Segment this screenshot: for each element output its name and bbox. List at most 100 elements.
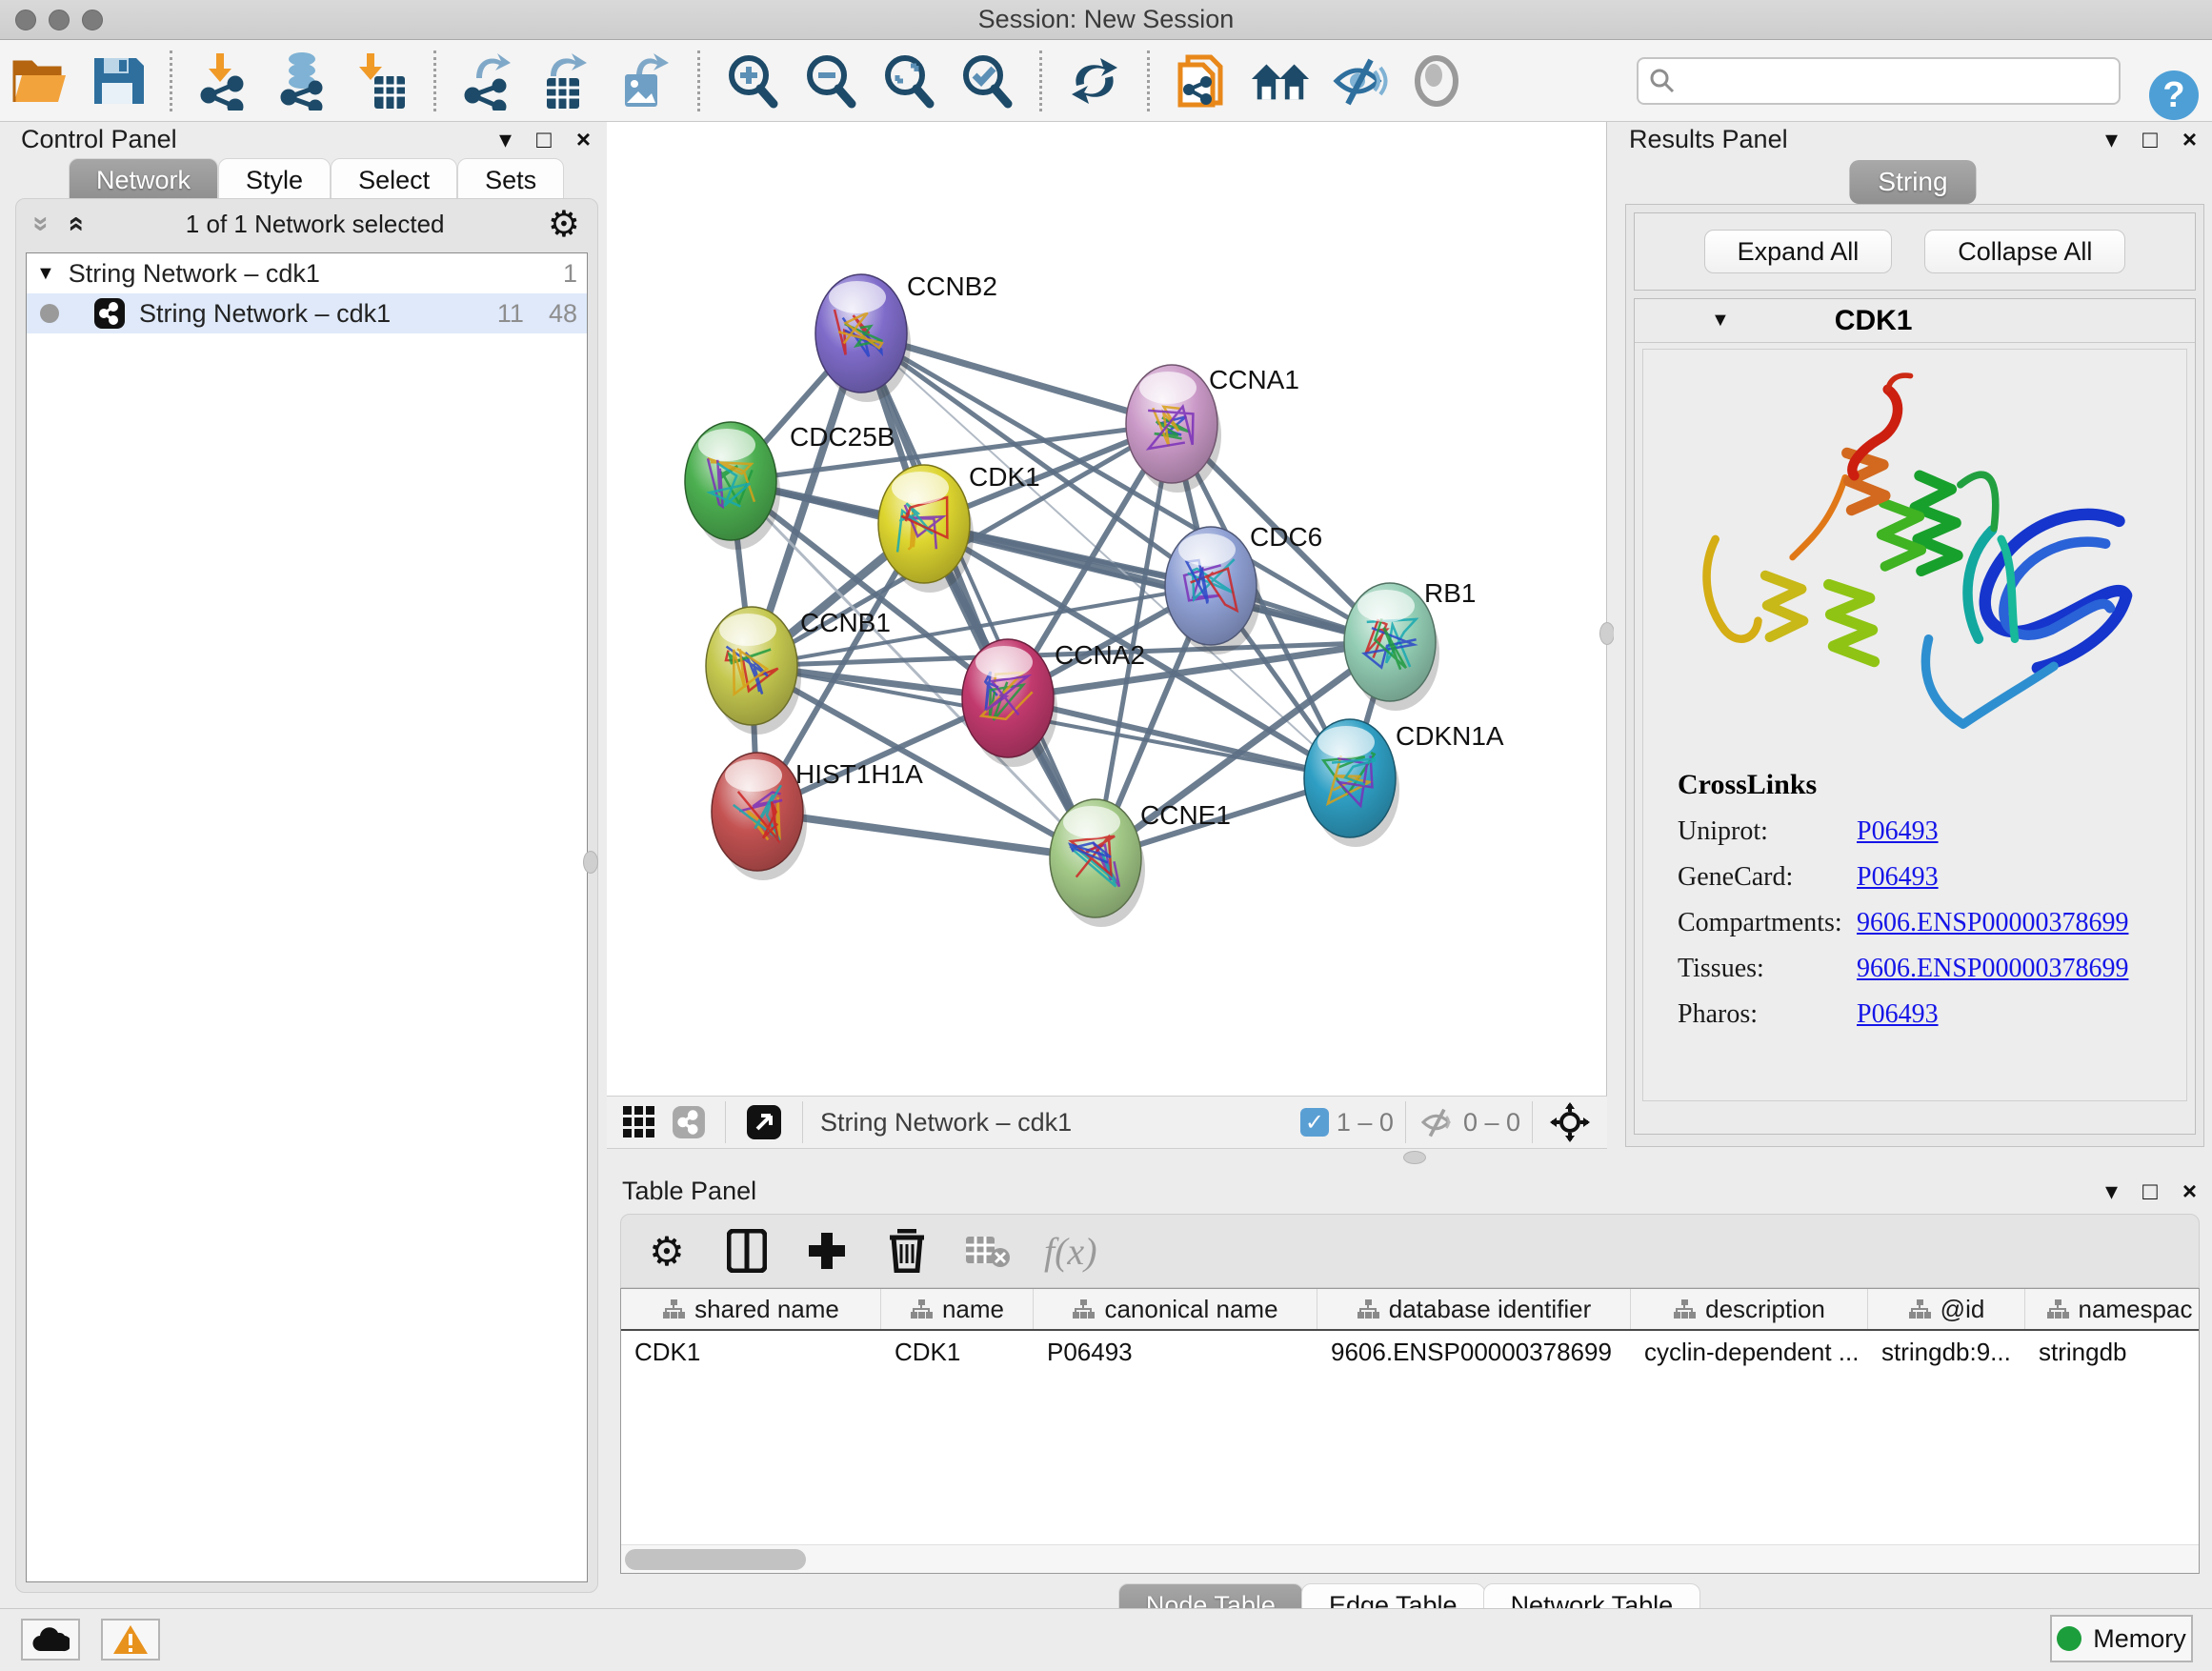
network-collection-row[interactable]: ▼ String Network – cdk1 1 <box>27 253 587 293</box>
network-node-CCNA1[interactable]: CCNA1 <box>1126 365 1299 493</box>
delete-column-icon[interactable] <box>884 1228 930 1274</box>
open-session-button[interactable] <box>9 50 70 111</box>
expand-all-networks-icon[interactable]: » <box>69 216 80 232</box>
birds-eye-view-icon[interactable] <box>1548 1100 1592 1144</box>
table-cell: CDK1 <box>621 1331 881 1373</box>
network-node-RB1[interactable]: RB1 <box>1344 578 1476 711</box>
search-input[interactable] <box>1684 67 2119 96</box>
grid-view-icon[interactable] <box>620 1103 658 1141</box>
tab-network[interactable]: Network <box>69 158 218 202</box>
collapse-all-button[interactable]: Collapse All <box>1924 230 2125 273</box>
network-node-CCNA2[interactable]: CCNA2 <box>962 639 1145 767</box>
import-network-from-database-button[interactable] <box>272 50 333 111</box>
close-window-button[interactable] <box>15 10 36 30</box>
show-panel-eye-button[interactable] <box>1406 50 1467 111</box>
network-row[interactable]: String Network – cdk1 11 48 <box>27 293 587 333</box>
network-node-CDK1[interactable]: CDK1 <box>878 462 1040 593</box>
export-image-button[interactable] <box>614 50 675 111</box>
delete-table-icon[interactable] <box>964 1228 1010 1274</box>
home-networks-button[interactable] <box>1250 50 1311 111</box>
network-node-CCNB2[interactable]: CCNB2 <box>815 272 997 402</box>
crosslinks-heading: CrossLinks <box>1678 769 2128 801</box>
column-header-canonical-name[interactable]: canonical name <box>1034 1289 1317 1329</box>
crosslink-link[interactable]: 9606.ENSP00000378699 <box>1857 954 2128 984</box>
string-protein-query-button[interactable] <box>1172 50 1233 111</box>
export-table-button[interactable] <box>536 50 597 111</box>
panel-close-button[interactable]: × <box>2182 1177 2197 1206</box>
panel-float-button[interactable]: □ <box>2142 1177 2158 1206</box>
panel-menu-button[interactable]: ▾ <box>2105 125 2118 154</box>
statusbar-separator <box>802 1101 803 1143</box>
crosslink-link[interactable]: 9606.ENSP00000378699 <box>1857 908 2128 938</box>
toolbar-separator <box>170 50 172 111</box>
column-header-name[interactable]: name <box>881 1289 1034 1329</box>
left-splitter-handle[interactable] <box>583 851 598 874</box>
network-canvas[interactable]: CCNB2CCNA1CDC25BCDK1CDC6RB1CCNB1CCNA2CDK… <box>607 122 1607 1096</box>
panel-float-button[interactable]: □ <box>536 125 552 154</box>
panel-close-button[interactable]: × <box>576 125 591 154</box>
detach-view-icon[interactable] <box>743 1101 785 1143</box>
table-horizontal-scrollbar[interactable] <box>621 1544 2199 1573</box>
panel-menu-button[interactable]: ▾ <box>2105 1177 2118 1206</box>
table-row[interactable]: CDK1CDK1P064939606.ENSP00000378699cyclin… <box>621 1331 2199 1373</box>
tree-expand-icon[interactable]: ▼ <box>36 263 55 285</box>
control-panel-title: Control Panel <box>21 125 177 154</box>
hide-panel-eye-button[interactable] <box>1328 50 1389 111</box>
table-settings-gear-icon[interactable]: ⚙ <box>644 1228 690 1274</box>
column-header-shared-name[interactable]: shared name <box>621 1289 881 1329</box>
create-column-icon[interactable] <box>804 1228 850 1274</box>
panel-menu-button[interactable]: ▾ <box>499 125 512 154</box>
memory-status-dot <box>2057 1626 2081 1651</box>
memory-button[interactable]: Memory <box>2050 1615 2193 1662</box>
collapse-all-networks-icon[interactable]: » <box>35 216 47 232</box>
cloud-status-button[interactable] <box>21 1619 80 1661</box>
maximize-window-button[interactable] <box>82 10 103 30</box>
tab-string[interactable]: String <box>1849 160 1976 204</box>
horizontal-splitter-handle[interactable] <box>1403 1151 1426 1164</box>
crosslink-row: Pharos:P06493 <box>1678 999 2128 1030</box>
right-splitter-handle[interactable] <box>1599 622 1615 645</box>
apply-preferred-layout-button[interactable] <box>1064 50 1125 111</box>
protein-card-header[interactable]: ▼ CDK1 <box>1635 299 2195 343</box>
network-edge[interactable] <box>757 812 1096 858</box>
tab-sets[interactable]: Sets <box>457 158 564 202</box>
show-columns-icon[interactable] <box>724 1228 770 1274</box>
collapse-protein-icon[interactable]: ▼ <box>1711 310 1730 332</box>
crosslink-link[interactable]: P06493 <box>1857 816 1939 847</box>
expand-all-button[interactable]: Expand All <box>1704 230 1893 273</box>
column-header-@id[interactable]: @id <box>1868 1289 2025 1329</box>
warnings-button[interactable] <box>101 1619 160 1661</box>
network-options-gear-icon[interactable]: ⚙ <box>548 203 580 246</box>
tab-style[interactable]: Style <box>218 158 331 202</box>
scrollbar-thumb[interactable] <box>625 1549 806 1570</box>
toolbar-separator <box>433 50 436 111</box>
column-header-database-identifier[interactable]: database identifier <box>1317 1289 1631 1329</box>
table-header-row: shared namenamecanonical namedatabase id… <box>621 1289 2199 1331</box>
minimize-window-button[interactable] <box>49 10 70 30</box>
network-graph[interactable]: CCNB2CCNA1CDC25BCDK1CDC6RB1CCNB1CCNA2CDK… <box>607 122 1607 1096</box>
string-results-body: Expand All Collapse All ▼ CDK1 cyclin-de… <box>1625 204 2204 1147</box>
network-view-icon[interactable] <box>670 1103 708 1141</box>
zoom-out-button[interactable] <box>800 50 861 111</box>
save-session-button[interactable] <box>87 50 148 111</box>
import-table-button[interactable] <box>351 50 412 111</box>
function-builder-icon[interactable]: f(x) <box>1044 1229 1097 1274</box>
zoom-selected-button[interactable] <box>956 50 1017 111</box>
toolbar-separator <box>697 50 700 111</box>
import-network-button[interactable] <box>194 50 255 111</box>
export-network-button[interactable] <box>458 50 519 111</box>
network-node-CDKN1A[interactable]: CDKN1A <box>1304 719 1504 847</box>
network-node-CCNE1[interactable]: CCNE1 <box>1050 799 1231 927</box>
panel-float-button[interactable]: □ <box>2142 125 2158 154</box>
zoom-fit-content-button[interactable] <box>878 50 939 111</box>
help-button[interactable]: ? <box>2149 70 2199 120</box>
panel-close-button[interactable]: × <box>2182 125 2197 154</box>
tab-select[interactable]: Select <box>331 158 457 202</box>
node-table[interactable]: shared namenamecanonical namedatabase id… <box>620 1288 2200 1574</box>
column-header-description[interactable]: description <box>1631 1289 1868 1329</box>
column-header-namespac[interactable]: namespac <box>2025 1289 2200 1329</box>
zoom-in-button[interactable] <box>722 50 783 111</box>
crosslink-link[interactable]: P06493 <box>1857 999 1939 1030</box>
app-statusbar: Memory <box>0 1608 2212 1671</box>
crosslink-link[interactable]: P06493 <box>1857 862 1939 893</box>
